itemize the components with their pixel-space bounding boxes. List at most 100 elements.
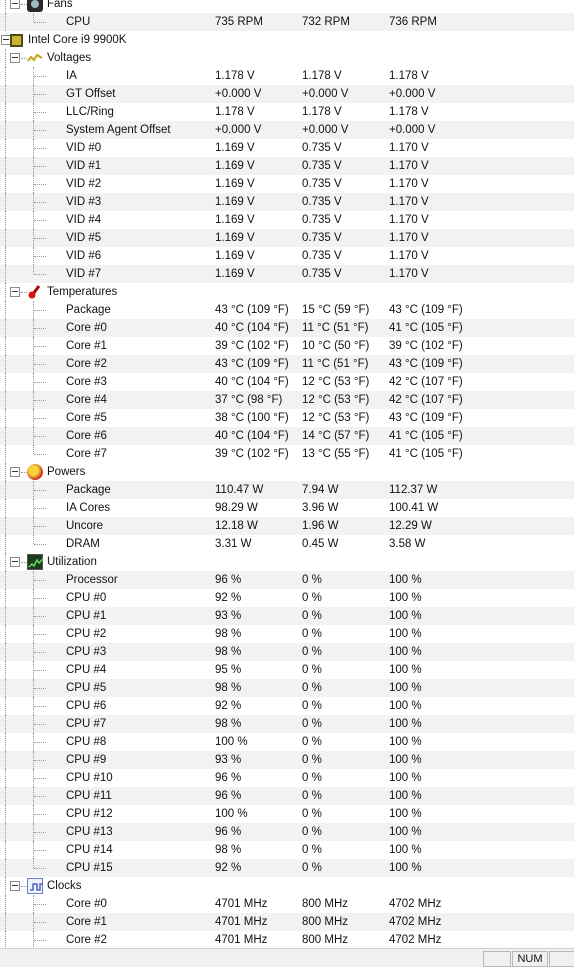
sensor-value-current: 3.31 W	[215, 538, 252, 550]
sensor-row[interactable]: Core #1 4701 MHz 800 MHz 4702 MHz	[0, 913, 574, 931]
sensor-row[interactable]: Core #7 39 °C (102 °F) 13 °C (55 °F) 41 °C …	[0, 445, 574, 463]
sensor-row[interactable]: CPU #11 96 % 0 % 100 %	[0, 787, 574, 805]
sensor-row[interactable]: Uncore 12.18 W 1.96 W 12.29 W	[0, 517, 574, 535]
tree-line	[34, 796, 46, 797]
sensor-row[interactable]: CPU #8 100 % 0 % 100 %	[0, 733, 574, 751]
sensor-value-min: 0 %	[302, 754, 322, 766]
sensor-row[interactable]: VID #1 1.169 V 0.735 V 1.170 V	[0, 157, 574, 175]
sensor-row[interactable]: CPU #1 93 % 0 % 100 %	[0, 607, 574, 625]
tree-line	[34, 868, 46, 869]
sensor-row[interactable]: VID #5 1.169 V 0.735 V 1.170 V	[0, 229, 574, 247]
sensor-value-max: 4702 MHz	[389, 934, 442, 946]
sensor-label: CPU #6	[66, 700, 107, 712]
sensor-row[interactable]: CPU #6 92 % 0 % 100 %	[0, 697, 574, 715]
sensor-row[interactable]: VID #7 1.169 V 0.735 V 1.170 V	[0, 265, 574, 283]
sensor-row[interactable]: Core #3 40 °C (104 °F) 12 °C (53 °F) 42 °C …	[0, 373, 574, 391]
collapse-toggle[interactable]	[10, 467, 20, 477]
sensor-row[interactable]: CPU #7 98 % 0 % 100 %	[0, 715, 574, 733]
tree-section-temperatures[interactable]: Temperatures	[0, 283, 574, 301]
sensor-value-max: 1.170 V	[389, 250, 429, 262]
sensor-value-max: 42 °C (107 °F)	[389, 394, 463, 406]
sensor-row[interactable]: IA Cores 98.29 W 3.96 W 100.41 W	[0, 499, 574, 517]
collapse-toggle[interactable]	[10, 0, 20, 9]
sensor-value-current: 40 °C (104 °F)	[215, 322, 289, 334]
sensor-row[interactable]: GT Offset +0.000 V +0.000 V +0.000 V	[0, 85, 574, 103]
sensor-value-max: 100.41 W	[389, 502, 439, 514]
sensor-tree: Fans CPU 735 RPM 732 RPM 736 RPM Intel Core i…	[0, 0, 574, 949]
sensor-value-max: 41 °C (105 °F)	[389, 322, 463, 334]
sensor-value-min: 15 °C (59 °F)	[302, 304, 370, 316]
sensor-row[interactable]: VID #2 1.169 V 0.735 V 1.170 V	[0, 175, 574, 193]
sensor-row[interactable]: VID #3 1.169 V 0.735 V 1.170 V	[0, 193, 574, 211]
tree-section-powers[interactable]: Powers	[0, 463, 574, 481]
sensor-row[interactable]: IA 1.178 V 1.178 V 1.178 V	[0, 67, 574, 85]
tree-line	[5, 913, 6, 931]
sensor-value-max: 100 %	[389, 574, 422, 586]
sensor-row[interactable]: CPU #12 100 % 0 % 100 %	[0, 805, 574, 823]
collapse-toggle[interactable]	[10, 557, 20, 567]
tree-section-intel-core-i9-9900k[interactable]: Intel Core i9 9900K	[0, 31, 574, 49]
sensor-label: CPU #14	[66, 844, 113, 856]
sensor-value-current: 4701 MHz	[215, 916, 268, 928]
sensor-row[interactable]: CPU #5 98 % 0 % 100 %	[0, 679, 574, 697]
collapse-toggle[interactable]	[10, 287, 20, 297]
tree-section-utilization[interactable]: Utilization	[0, 553, 574, 571]
sensor-row[interactable]: CPU 735 RPM 732 RPM 736 RPM	[0, 13, 574, 31]
utilization-icon	[27, 554, 44, 570]
sensor-row[interactable]: Package 110.47 W 7.94 W 112.37 W	[0, 481, 574, 499]
sensor-row[interactable]: System Agent Offset +0.000 V +0.000 V +0.00…	[0, 121, 574, 139]
tree-line	[34, 778, 46, 779]
tree-line	[5, 139, 6, 157]
sensor-row[interactable]: CPU #2 98 % 0 % 100 %	[0, 625, 574, 643]
tree-line	[5, 427, 6, 445]
collapse-toggle[interactable]	[10, 881, 20, 891]
sensor-row[interactable]: Core #4 37 °C (98 °F) 12 °C (53 °F) 42 °C (…	[0, 391, 574, 409]
tree-line	[5, 409, 6, 427]
sensor-row[interactable]: Core #6 40 °C (104 °F) 14 °C (57 °F) 41 °C …	[0, 427, 574, 445]
tree-line	[34, 904, 46, 905]
sensor-value-min: 800 MHz	[302, 934, 349, 946]
sensor-row[interactable]: CPU #10 96 % 0 % 100 %	[0, 769, 574, 787]
sensor-row[interactable]: CPU #0 92 % 0 % 100 %	[0, 589, 574, 607]
sensor-value-min: 12 °C (53 °F)	[302, 412, 370, 424]
sensor-row[interactable]: CPU #3 98 % 0 % 100 %	[0, 643, 574, 661]
sensor-label: CPU #3	[66, 646, 107, 658]
sensor-row[interactable]: VID #0 1.169 V 0.735 V 1.170 V	[0, 139, 574, 157]
sensor-value-current: 92 %	[215, 862, 242, 874]
sensor-value-min: 0 %	[302, 772, 322, 784]
tree-line	[34, 256, 46, 257]
sensor-row[interactable]: Core #1 39 °C (102 °F) 10 °C (50 °F) 39 °C …	[0, 337, 574, 355]
sensor-value-current: 96 %	[215, 772, 242, 784]
tree-line	[34, 526, 46, 527]
sensor-row[interactable]: DRAM 3.31 W 0.45 W 3.58 W	[0, 535, 574, 553]
sensor-row[interactable]: CPU #9 93 % 0 % 100 %	[0, 751, 574, 769]
sensor-row[interactable]: Core #5 38 °C (100 °F) 12 °C (53 °F) 43 °C …	[0, 409, 574, 427]
sensor-row[interactable]: Processor 96 % 0 % 100 %	[0, 571, 574, 589]
sensor-row[interactable]: CPU #14 98 % 0 % 100 %	[0, 841, 574, 859]
sensor-row[interactable]: Core #0 4701 MHz 800 MHz 4702 MHz	[0, 895, 574, 913]
sensor-row[interactable]: Package 43 °C (109 °F) 15 °C (59 °F) 43 °C …	[0, 301, 574, 319]
sensor-row[interactable]: Core #2 43 °C (109 °F) 11 °C (51 °F) 43 °C …	[0, 355, 574, 373]
sensor-value-current: 43 °C (109 °F)	[215, 304, 289, 316]
tree-section-voltages[interactable]: Voltages	[0, 49, 574, 67]
section-title: Utilization	[47, 556, 97, 568]
sensor-row[interactable]: Core #2 4701 MHz 800 MHz 4702 MHz	[0, 931, 574, 949]
tree-line	[5, 733, 6, 751]
sensor-row[interactable]: CPU #4 95 % 0 % 100 %	[0, 661, 574, 679]
section-title: Fans	[47, 0, 73, 10]
tree-line	[5, 571, 6, 589]
sensor-row[interactable]: CPU #15 92 % 0 % 100 %	[0, 859, 574, 877]
sensor-row[interactable]: VID #4 1.169 V 0.735 V 1.170 V	[0, 211, 574, 229]
tree-line	[33, 859, 34, 868]
collapse-toggle[interactable]	[10, 53, 20, 63]
tree-section-fans[interactable]: Fans	[0, 0, 574, 13]
tree-line	[33, 265, 34, 274]
tree-line	[33, 445, 34, 454]
sensor-row[interactable]: CPU #13 96 % 0 % 100 %	[0, 823, 574, 841]
sensor-row[interactable]: Core #0 40 °C (104 °F) 11 °C (51 °F) 41 °C …	[0, 319, 574, 337]
sensor-row[interactable]: LLC/Ring 1.178 V 1.178 V 1.178 V	[0, 103, 574, 121]
sensor-row[interactable]: VID #6 1.169 V 0.735 V 1.170 V	[0, 247, 574, 265]
tree-section-clocks[interactable]: Clocks	[0, 877, 574, 895]
sensor-value-max: 1.170 V	[389, 214, 429, 226]
tree-line	[5, 643, 6, 661]
